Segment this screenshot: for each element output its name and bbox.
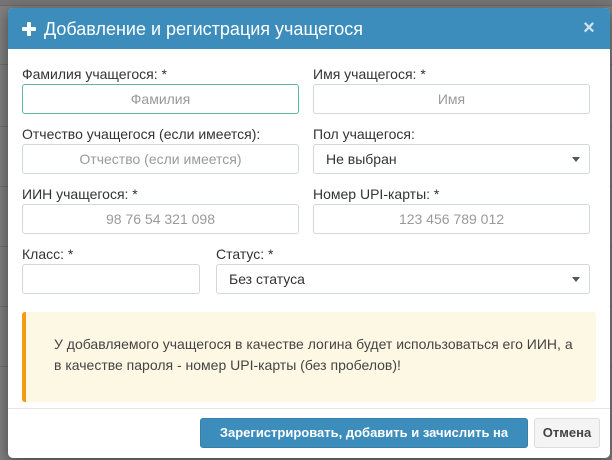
status-select[interactable]: Без статуса [216,264,590,294]
gender-label: Пол учащегося: [313,126,415,142]
gender-selected-value: Не выбран [326,151,397,167]
modal-footer-divider [8,408,610,409]
alert-text-line-1: У добавляемого учащегося в качестве логи… [54,336,573,352]
last-name-input[interactable] [22,84,299,114]
last-name-label: Фамилия учащегося: * [22,66,167,82]
login-info-alert: У добавляемого учащегося в качестве логи… [22,312,596,402]
status-label: Статус: * [216,246,274,262]
register-submit-button[interactable]: Зарегистрировать, добавить и зачислить н… [200,418,528,458]
first-name-input[interactable] [313,84,590,114]
caret-down-icon [572,157,580,162]
caret-down-icon [572,277,580,282]
student-registration-modal: Добавление и регистрация учащегося × Фам… [8,8,610,458]
modal-title: Добавление и регистрация учащегося [22,18,363,40]
status-selected-value: Без статуса [229,271,305,287]
iin-input[interactable] [22,204,299,234]
patronymic-input[interactable] [22,144,299,174]
upi-card-label: Номер UPI-карты: * [313,186,440,202]
class-label: Класс: * [22,246,74,262]
patronymic-label: Отчество учащегося (если имеется): [22,126,261,142]
gender-select[interactable]: Не выбран [313,144,590,174]
alert-text-line-2: в качестве пароля - номер UPI-карты (без… [54,357,401,373]
upi-card-input[interactable] [313,204,590,234]
modal-header: Добавление и регистрация учащегося × [8,8,610,49]
cancel-button[interactable]: Отмена [534,418,600,448]
iin-label: ИИН учащегося: * [22,186,138,202]
plus-icon [22,22,36,36]
first-name-label: Имя учащегося: * [313,66,426,82]
class-input[interactable] [22,264,200,294]
modal-title-text: Добавление и регистрация учащегося [44,19,363,39]
close-icon[interactable]: × [582,18,596,38]
